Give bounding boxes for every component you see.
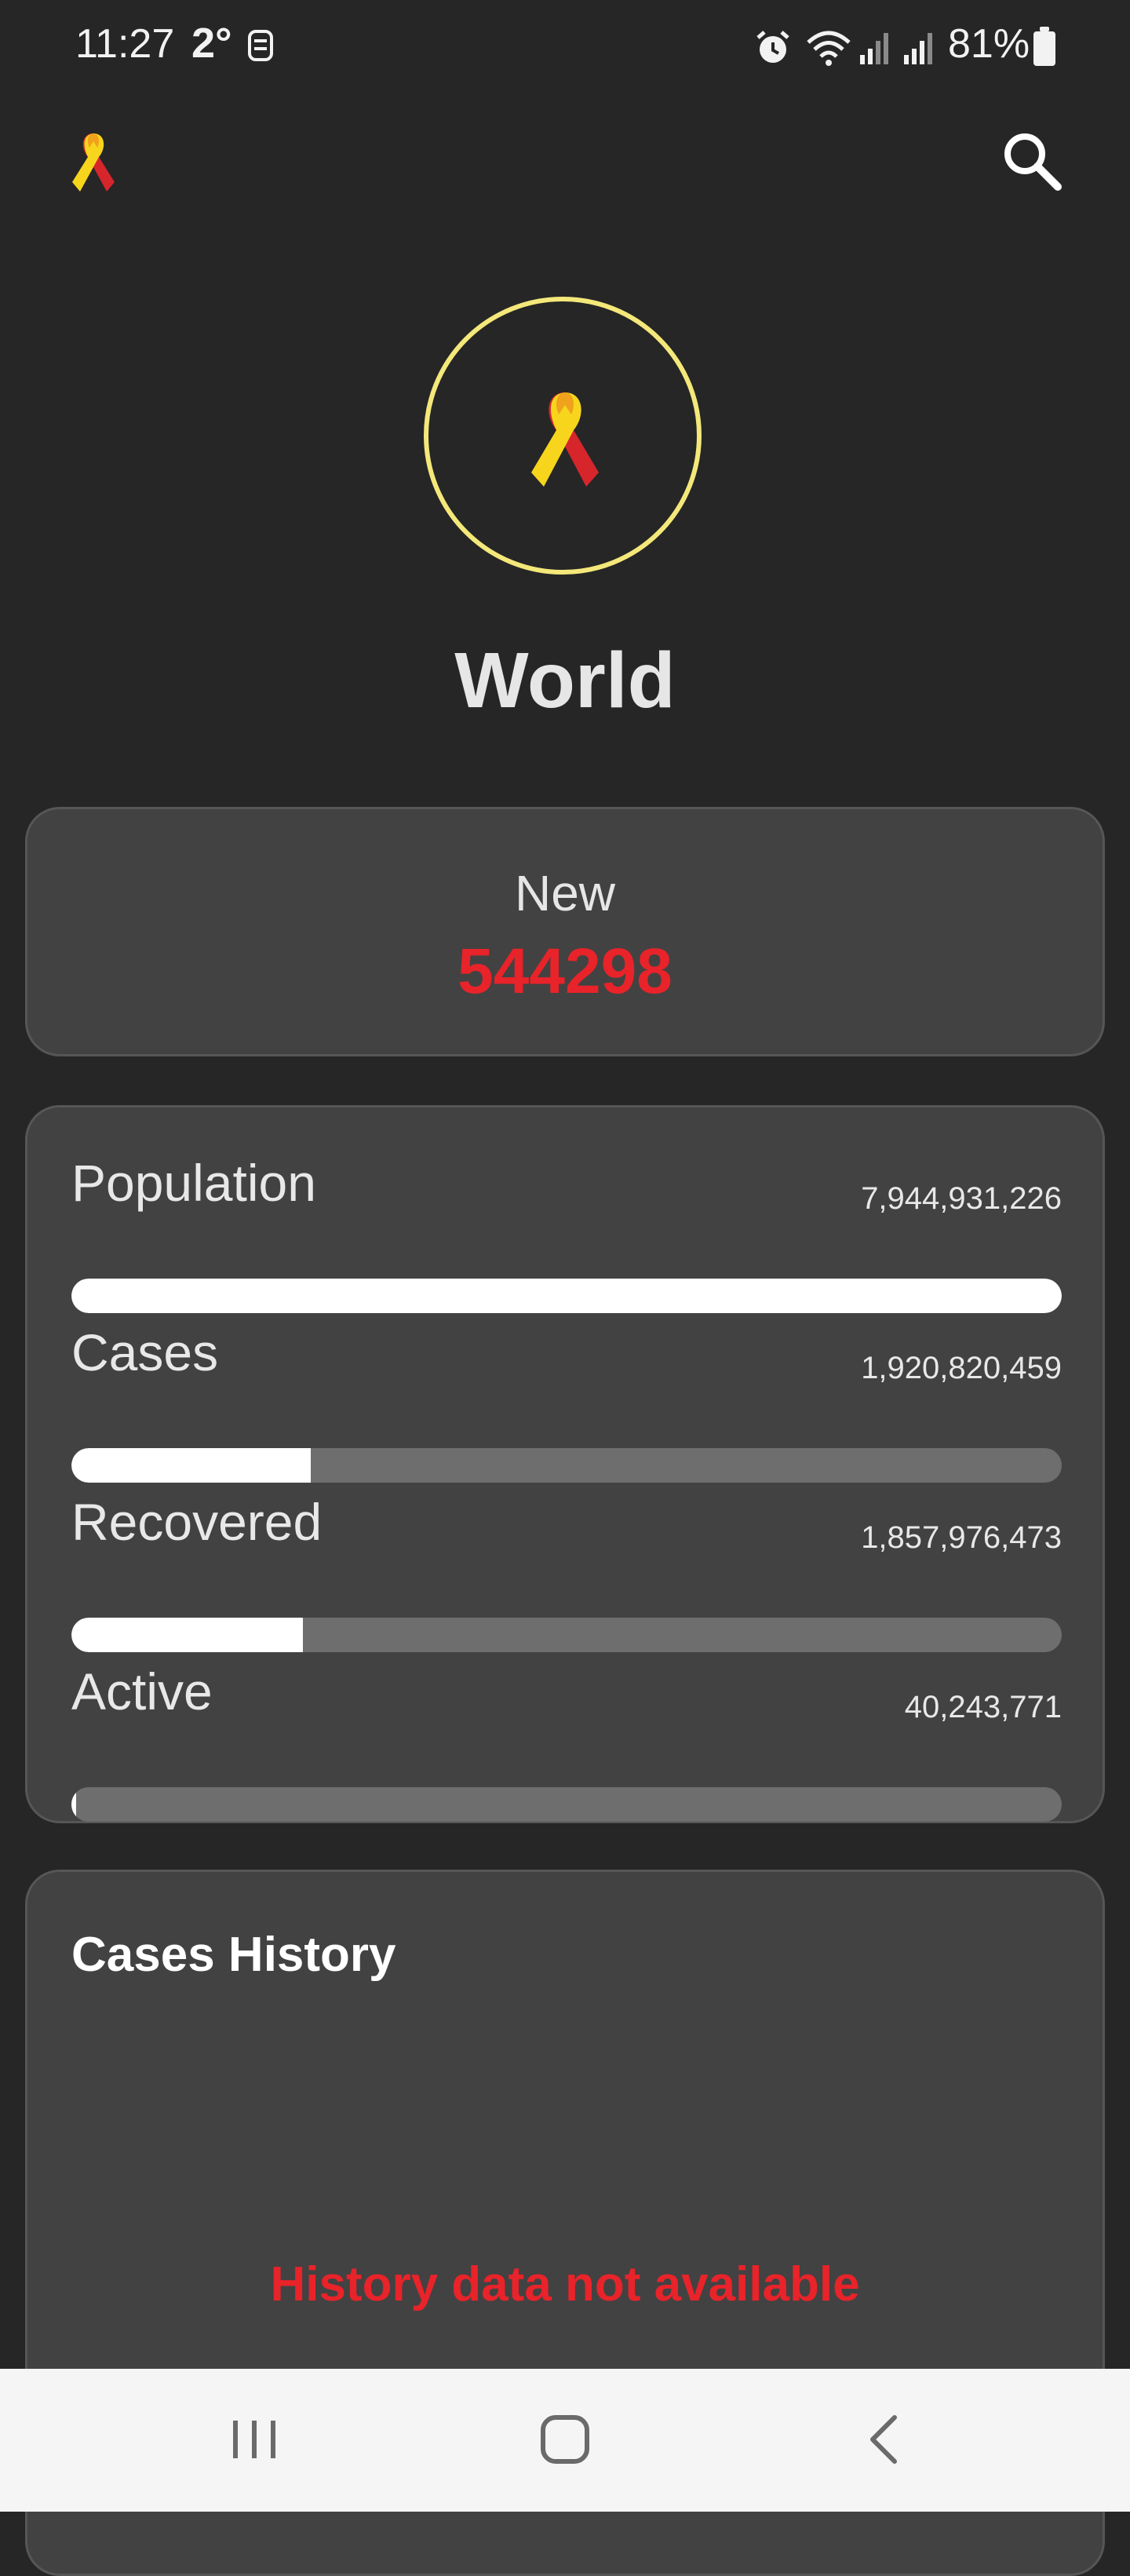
system-nav-bar bbox=[0, 2369, 1130, 2512]
status-bar: 11:27 2° 81% bbox=[0, 0, 1130, 94]
battery-icon bbox=[1033, 27, 1055, 66]
progress-track bbox=[71, 1448, 1062, 1483]
stat-value: 7,944,931,226 bbox=[861, 1181, 1062, 1216]
stat-label: Active bbox=[71, 1662, 213, 1720]
history-title: Cases History bbox=[71, 1928, 396, 1982]
progress-fill bbox=[71, 1618, 304, 1652]
stat-value: 40,243,771 bbox=[904, 1690, 1062, 1724]
notification-icon bbox=[248, 30, 273, 61]
new-cases-value: 544298 bbox=[457, 936, 673, 1007]
stat-active: Active 40,243,771 bbox=[71, 1662, 1062, 1822]
stat-label: Population bbox=[71, 1154, 316, 1212]
recents-icon[interactable] bbox=[207, 2400, 301, 2479]
stat-value: 1,920,820,459 bbox=[861, 1351, 1062, 1385]
progress-track bbox=[71, 1618, 1062, 1652]
progress-track bbox=[71, 1787, 1062, 1822]
back-icon[interactable] bbox=[838, 2400, 932, 2479]
status-temperature: 2° bbox=[191, 20, 232, 67]
alarm-icon bbox=[756, 31, 789, 63]
progress-fill bbox=[71, 1448, 312, 1483]
progress-track bbox=[71, 1279, 1062, 1313]
stat-value: 1,857,976,473 bbox=[861, 1520, 1062, 1555]
home-icon[interactable] bbox=[518, 2400, 612, 2479]
stat-population: Population 7,944,931,226 bbox=[71, 1153, 1062, 1313]
stat-label: Cases bbox=[71, 1323, 219, 1381]
stat-label: Recovered bbox=[71, 1493, 323, 1551]
battery-percent: 81% bbox=[948, 21, 1030, 67]
stats-card: Population 7,944,931,226 Cases 1,920,820… bbox=[25, 1105, 1105, 1823]
signal-icon bbox=[904, 33, 932, 64]
progress-fill bbox=[71, 1787, 77, 1822]
new-cases-label: New bbox=[514, 865, 616, 921]
stat-cases: Cases 1,920,820,459 bbox=[71, 1323, 1062, 1483]
page-title: World bbox=[454, 637, 676, 724]
signal-icon bbox=[860, 33, 888, 64]
status-time: 11:27 bbox=[75, 21, 175, 67]
ribbon-icon bbox=[72, 133, 115, 192]
new-cases-card: New 544298 bbox=[25, 807, 1105, 1056]
search-icon[interactable] bbox=[997, 126, 1067, 196]
stat-recovered: Recovered 1,857,976,473 bbox=[71, 1492, 1062, 1652]
history-empty-message: History data not available bbox=[270, 2257, 860, 2311]
progress-fill bbox=[71, 1279, 1062, 1313]
wifi-icon bbox=[807, 31, 851, 66]
ribbon-icon bbox=[531, 392, 599, 487]
